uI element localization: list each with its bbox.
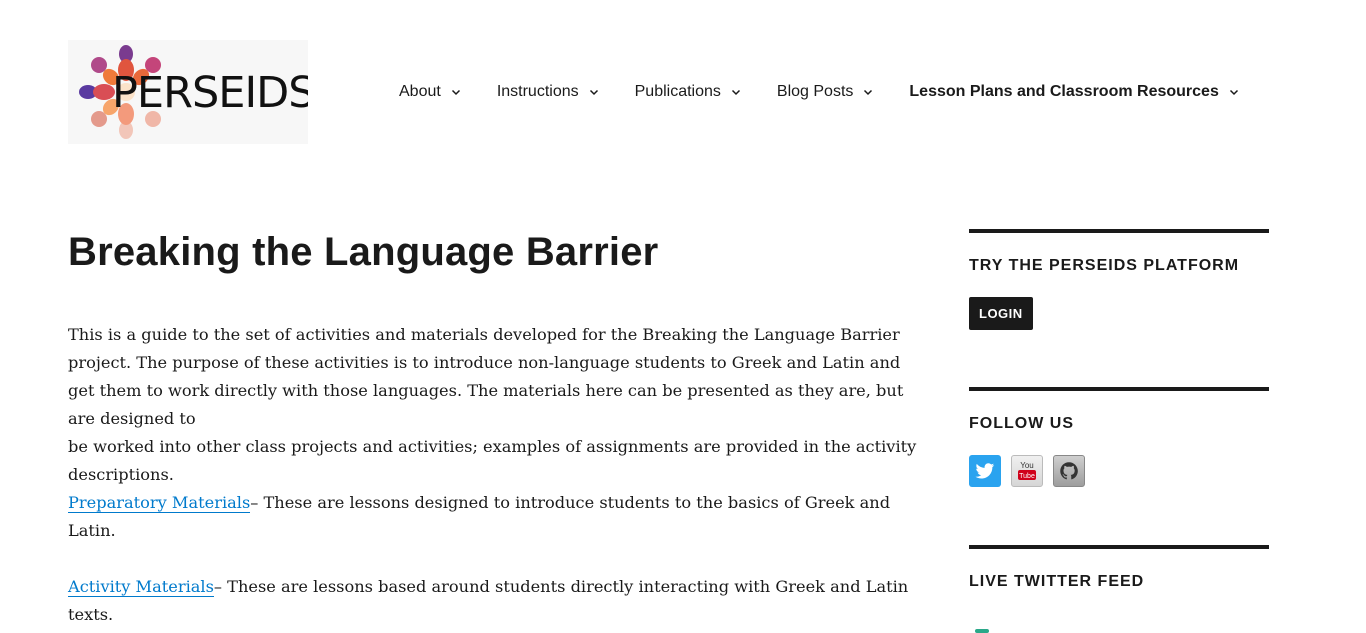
nav-item-about[interactable]: About [399, 83, 461, 101]
page-title: Breaking the Language Barrier [68, 230, 659, 274]
twitter-feed-widget: LIVE TWITTER FEED [969, 545, 1269, 633]
svg-text:Tube: Tube [1019, 473, 1035, 480]
follow-widget: FOLLOW US You Tube [969, 387, 1269, 487]
github-icon[interactable] [1053, 455, 1085, 487]
nav-item-label: Publications [634, 83, 721, 100]
svg-text:You: You [1020, 461, 1034, 470]
feed-timeline-marker [975, 629, 989, 633]
activity-materials-link[interactable]: Activity Materials [68, 577, 214, 596]
chevron-down-icon [451, 89, 460, 96]
intro-text-line2: be worked into other class projects and … [68, 437, 917, 484]
nav-item-publications[interactable]: Publications [635, 83, 741, 101]
nav-item-label: About [399, 83, 441, 100]
entry-content: This is a guide to the set of activities… [68, 321, 918, 629]
follow-widget-heading: FOLLOW US [969, 415, 1074, 432]
logo-text: PERSEIDS [112, 68, 308, 118]
youtube-icon[interactable]: You Tube [1011, 455, 1043, 487]
twitter-feed-heading: LIVE TWITTER FEED [969, 573, 1145, 590]
preparatory-materials-link[interactable]: Preparatory Materials [68, 493, 250, 512]
intro-paragraph: This is a guide to the set of activities… [68, 321, 918, 545]
nav-item-label: Blog Posts [776, 83, 854, 100]
activity-paragraph: Activity Materials– These are lessons ba… [68, 573, 918, 629]
nav-item-instructions[interactable]: Instructions [497, 83, 599, 101]
main-navigation: About Instructions Publications Blog Pos… [399, 80, 1270, 104]
nav-item-label: Instructions [496, 83, 579, 100]
twitter-icon[interactable] [969, 455, 1001, 487]
social-links: You Tube [969, 455, 1269, 487]
nav-item-lesson-plans[interactable]: Lesson Plans and Classroom Resources [909, 83, 1238, 101]
chevron-down-icon [864, 89, 873, 96]
platform-widget-heading: TRY THE PERSEIDS PLATFORM [969, 257, 1240, 274]
site-logo[interactable]: PERSEIDS [68, 40, 308, 144]
chevron-down-icon [589, 89, 598, 96]
nav-item-blog-posts[interactable]: Blog Posts [777, 83, 873, 101]
chevron-down-icon [731, 89, 740, 96]
nav-item-label: Lesson Plans and Classroom Resources [909, 83, 1219, 100]
platform-widget: TRY THE PERSEIDS PLATFORM LOGIN [969, 229, 1269, 330]
login-button[interactable]: LOGIN [969, 297, 1033, 330]
chevron-down-icon [1229, 89, 1238, 96]
intro-text-line1: This is a guide to the set of activities… [68, 325, 904, 428]
